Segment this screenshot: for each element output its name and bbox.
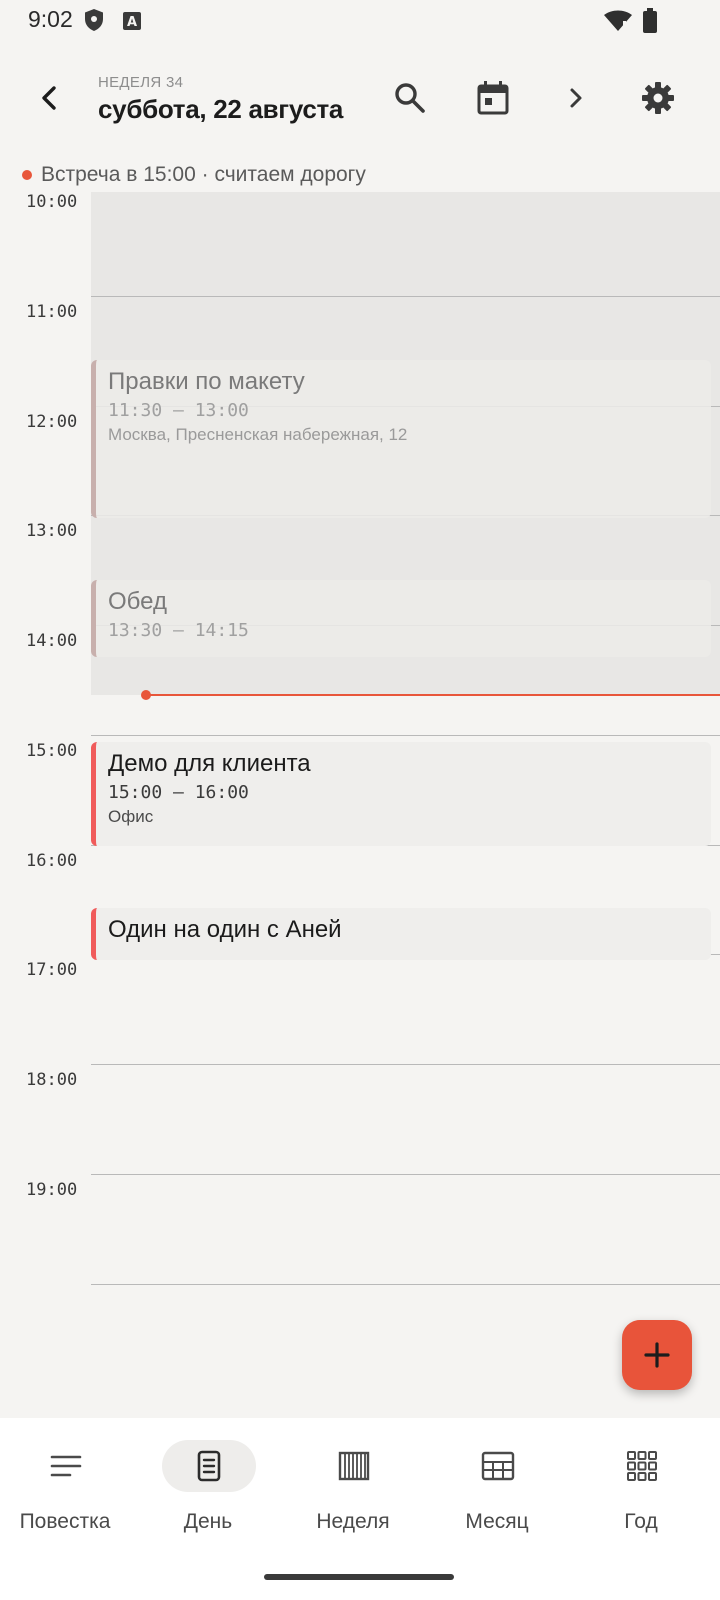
calendar-today-button[interactable] xyxy=(471,76,515,120)
page-title: суббота, 22 августа xyxy=(98,94,344,124)
hour-label: 19:00 xyxy=(26,1180,78,1200)
upcoming-notice[interactable]: Встреча в 15:00 · считаем дорогу xyxy=(22,162,366,188)
event-time: 11:30 – 13:00 xyxy=(108,400,249,421)
nav-icon-wrap xyxy=(307,1440,401,1492)
week-label: НЕДЕЛЯ 34 xyxy=(98,74,184,91)
chevron-right-icon xyxy=(570,88,582,108)
status-bar: 9:02 A xyxy=(0,0,720,44)
notice-text: Встреча в 15:00 · считаем дорогу xyxy=(41,163,366,186)
event-title: Один на один с Аней xyxy=(108,916,342,943)
hour-divider xyxy=(91,1284,720,1285)
hour-label: 14:00 xyxy=(26,631,78,651)
event-title: Демо для клиента xyxy=(108,750,311,777)
hour-label: 15:00 xyxy=(26,741,78,761)
nav-icon-wrap xyxy=(595,1440,689,1492)
agenda-icon xyxy=(50,1455,82,1477)
nav-label: День xyxy=(183,1510,233,1533)
chevron-left-icon xyxy=(42,86,56,110)
day-timeline[interactable]: 10:00 11:00 12:00 13:00 14:00 15:00 16:0… xyxy=(0,192,720,1312)
notice-dot xyxy=(22,170,32,180)
keyboard-a-icon: A xyxy=(122,11,142,36)
add-event-button[interactable] xyxy=(622,1320,692,1390)
event-card[interactable]: Правки по макету 11:30 – 13:00 Москва, П… xyxy=(91,360,711,518)
nav-item-week[interactable]: Неделя xyxy=(283,1440,423,1550)
settings-button[interactable] xyxy=(636,76,680,120)
hour-label: 18:00 xyxy=(26,1070,78,1090)
gear-icon xyxy=(642,82,674,114)
event-time: 15:00 – 16:00 xyxy=(108,782,249,803)
hour-label: 13:00 xyxy=(26,521,78,541)
event-title: Правки по макету xyxy=(108,368,305,395)
current-time-dot xyxy=(141,690,151,700)
event-card[interactable]: Демо для клиента 15:00 – 16:00 Офис xyxy=(91,742,711,846)
nav-icon-wrap xyxy=(19,1440,113,1492)
nav-item-month[interactable]: Месяц xyxy=(427,1440,567,1550)
hour-label: 10:00 xyxy=(26,192,78,212)
search-button[interactable] xyxy=(388,76,432,120)
event-location: Офис xyxy=(108,807,154,826)
svg-text:A: A xyxy=(127,15,137,30)
plus-icon xyxy=(644,1342,670,1368)
event-card[interactable]: Один на один с Аней xyxy=(91,908,711,960)
hour-label: 11:00 xyxy=(26,302,78,322)
home-indicator[interactable] xyxy=(264,1574,454,1580)
hour-divider xyxy=(91,1064,720,1065)
hour-divider xyxy=(91,1174,720,1175)
status-time: 9:02 xyxy=(28,6,73,32)
current-time-line xyxy=(146,694,720,696)
wifi-icon xyxy=(604,10,632,37)
search-icon xyxy=(395,83,425,113)
nav-label: Повестка xyxy=(19,1510,111,1533)
event-time: 13:30 – 14:15 xyxy=(108,620,249,641)
nav-icon-wrap xyxy=(451,1440,545,1492)
nav-label: Месяц xyxy=(465,1510,529,1533)
hour-label: 12:00 xyxy=(26,412,78,432)
week-icon xyxy=(338,1451,370,1481)
bottom-navigation: Повестка День Неделя Месяц Год xyxy=(0,1418,720,1600)
nav-active-pill xyxy=(162,1440,256,1492)
event-location: Москва, Пресненская набережная, 12 xyxy=(108,425,408,444)
hour-divider xyxy=(91,296,720,297)
hour-label: 16:00 xyxy=(26,851,78,871)
month-icon xyxy=(481,1451,515,1481)
event-card[interactable]: Обед 13:30 – 14:15 xyxy=(91,580,711,657)
nav-item-day[interactable]: День xyxy=(138,1440,278,1550)
hour-label: 17:00 xyxy=(26,960,78,980)
nav-item-year[interactable]: Год xyxy=(571,1440,711,1550)
year-icon xyxy=(627,1451,657,1481)
back-button[interactable] xyxy=(30,78,70,118)
app-header: НЕДЕЛЯ 34 суббота, 22 августа xyxy=(0,60,720,140)
calendar-icon xyxy=(477,81,509,115)
shield-icon xyxy=(84,8,104,37)
hour-divider xyxy=(91,735,720,736)
nav-label: Неделя xyxy=(316,1510,390,1533)
nav-label: Год xyxy=(624,1510,658,1533)
nav-item-agenda[interactable]: Повестка xyxy=(0,1440,135,1550)
next-day-button[interactable] xyxy=(554,76,598,120)
day-icon xyxy=(197,1450,221,1482)
event-title: Обед xyxy=(108,588,167,615)
battery-icon xyxy=(642,8,658,39)
